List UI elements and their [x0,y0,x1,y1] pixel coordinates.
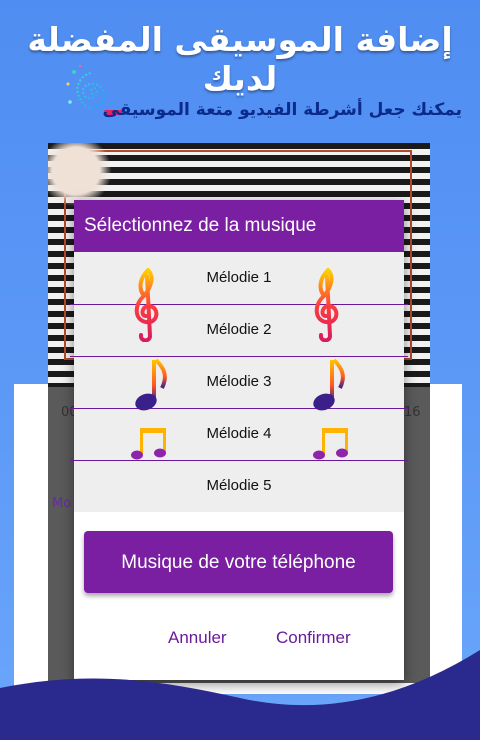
music-selection-dialog: Sélectionnez de la musique Mélodie 1 Mél… [70,200,408,680]
promo-subtitle: يمكنك جعل أشرطة الفيديو متعة الموسيقى [102,100,462,120]
bottom-wave-decoration [0,650,480,740]
melody-item-label: Mélodie 2 [206,321,272,338]
beamed-notes-icon [313,428,348,460]
melody-item-label: Mélodie 1 [206,269,272,286]
melody-item-label: Mélodie 5 [206,477,272,494]
dialog-title: Sélectionnez de la musique [74,200,404,252]
staff-line [70,356,408,357]
staff-line [70,408,408,409]
eighth-note-icon [313,358,345,411]
melody-list: Mélodie 1 Mélodie 2 Mélodie 3 Mélodie 4 … [70,252,408,512]
melody-item-3[interactable]: Mélodie 3 [74,356,404,408]
staff-line [70,304,408,305]
melody-item-5[interactable]: Mélodie 5 [74,460,404,512]
melody-item-label: Mélodie 3 [206,373,272,390]
melody-item-4[interactable]: Mélodie 4 [74,408,404,460]
treble-clef-icon [134,268,159,342]
treble-clef-icon [314,268,339,342]
eighth-note-icon [135,358,167,411]
phone-music-button[interactable]: Musique de votre téléphone [84,531,393,593]
melody-item-1[interactable]: Mélodie 1 [74,252,404,304]
beamed-notes-icon [131,428,166,460]
background-label: Mo [52,496,72,511]
melody-item-label: Mélodie 4 [206,425,272,442]
staff-line [70,460,408,461]
melody-item-2[interactable]: Mélodie 2 [74,304,404,356]
